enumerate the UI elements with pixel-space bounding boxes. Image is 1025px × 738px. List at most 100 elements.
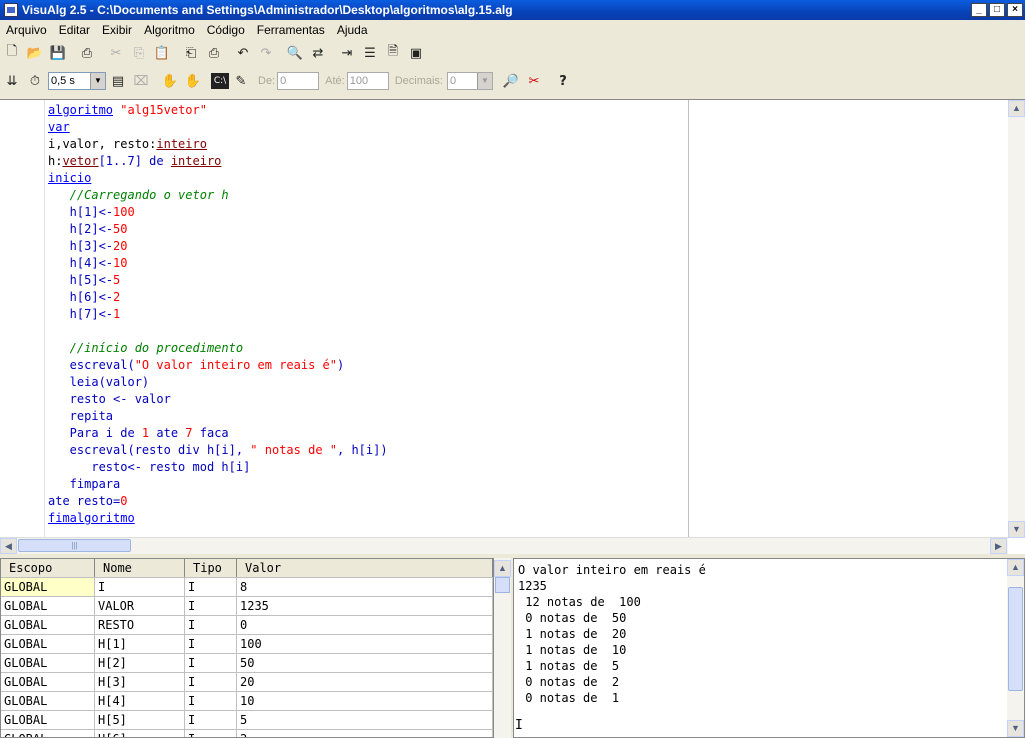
table-row[interactable]: GLOBAL H[4] I 10 xyxy=(1,692,493,711)
paste-icon[interactable]: 📋 xyxy=(151,42,173,64)
scroll-up-icon[interactable]: ▲ xyxy=(494,560,511,577)
paste-block-icon[interactable]: ⎙ xyxy=(203,42,225,64)
table-row[interactable]: GLOBAL H[1] I 100 xyxy=(1,635,493,654)
table-cell: I xyxy=(185,654,237,672)
output-line: 0 notas de 1 xyxy=(518,691,620,705)
header-nome[interactable]: Nome xyxy=(95,559,185,577)
copy-block-icon[interactable]: ⎗ xyxy=(180,42,202,64)
replace-icon[interactable]: ⇄ xyxy=(307,42,329,64)
code-number: 20 xyxy=(113,239,128,253)
scroll-up-icon[interactable]: ▲ xyxy=(1008,100,1025,117)
menu-bar: Arquivo Editar Exibir Algoritmo Código F… xyxy=(0,20,1025,39)
output-line: 0 notas de 50 xyxy=(518,611,627,625)
find-icon[interactable]: 🔍 xyxy=(284,42,306,64)
scroll-down-icon[interactable]: ▼ xyxy=(1008,521,1025,538)
output-console[interactable]: O valor inteiro em reais é 1235 12 notas… xyxy=(513,558,1025,738)
ate-field[interactable]: 100 xyxy=(346,72,389,90)
code-number: 5 xyxy=(113,273,121,287)
table-cell: 10 xyxy=(237,692,493,710)
editor-horizontal-scrollbar[interactable]: ◀ ||| ▶ xyxy=(0,537,1008,554)
code-editor[interactable]: algoritmo "alg15vetor" var i,valor, rest… xyxy=(0,99,1025,554)
scroll-thumb[interactable] xyxy=(1008,587,1023,691)
header-escopo[interactable]: Escopo xyxy=(1,559,95,577)
numbered-list-icon[interactable]: ☰ xyxy=(359,42,381,64)
copy-icon[interactable]: ⎘ xyxy=(128,42,150,64)
output-scrollbar[interactable]: ▲ ▼ xyxy=(1007,559,1024,737)
timer-icon[interactable]: ⏱ xyxy=(24,70,46,92)
scroll-right-icon[interactable]: ▶ xyxy=(990,538,1007,554)
table-row[interactable]: GLOBAL RESTO I 0 xyxy=(1,616,493,635)
de-field[interactable]: 0 xyxy=(277,72,320,90)
table-cell: I xyxy=(185,616,237,634)
code-text[interactable]: algoritmo "alg15vetor" var i,valor, rest… xyxy=(48,102,388,527)
zoom-icon[interactable]: 🔎 xyxy=(500,70,522,92)
menu-exibir[interactable]: Exibir xyxy=(96,23,138,37)
console-icon[interactable]: C:\ xyxy=(211,73,229,89)
table-cell: H[5] xyxy=(95,711,185,729)
magic-wand-icon[interactable]: ✎ xyxy=(230,70,252,92)
menu-ferramentas[interactable]: Ferramentas xyxy=(251,23,331,37)
new-file-icon[interactable]: 🗋 xyxy=(1,42,23,64)
speed-select[interactable]: 0,5 s ▼ xyxy=(48,72,106,90)
scroll-left-icon[interactable]: ◀ xyxy=(0,538,17,554)
table-cell: H[3] xyxy=(95,673,185,691)
hand-disabled-icon[interactable]: ✋ xyxy=(182,70,204,92)
code-token: ate resto= xyxy=(48,494,121,508)
table-cell: I xyxy=(185,597,237,615)
table-cell: GLOBAL xyxy=(1,654,95,672)
table-row[interactable]: GLOBAL H[3] I 20 xyxy=(1,673,493,692)
grid-scrollbar[interactable]: ▲ xyxy=(494,558,511,738)
redo-icon[interactable]: ↷ xyxy=(255,42,277,64)
variables-icon[interactable]: ▤ xyxy=(107,70,129,92)
decimais-select[interactable]: 0 ▼ xyxy=(447,72,493,90)
scroll-down-icon[interactable]: ▼ xyxy=(1007,720,1024,737)
output-line: O valor inteiro em reais é xyxy=(518,563,706,577)
menu-arquivo[interactable]: Arquivo xyxy=(0,23,53,37)
table-row[interactable]: GLOBAL H[6] I 2 xyxy=(1,730,493,737)
code-comment: //início do procedimento xyxy=(48,341,244,355)
code-token: h[7]<- xyxy=(48,307,114,321)
cut-icon[interactable]: ✂ xyxy=(105,42,127,64)
chevron-down-icon[interactable]: ▼ xyxy=(90,73,105,89)
variables-grid[interactable]: Escopo Nome Tipo Valor GLOBAL I I 8 GLOB… xyxy=(0,558,494,738)
scroll-thumb[interactable]: ||| xyxy=(18,539,131,552)
scroll-thumb[interactable] xyxy=(495,577,510,593)
menu-editar[interactable]: Editar xyxy=(53,23,96,37)
table-cell: I xyxy=(95,578,185,596)
editor-vertical-scrollbar[interactable]: ▲ ▼ xyxy=(1008,100,1025,538)
table-row[interactable]: GLOBAL VALOR I 1235 xyxy=(1,597,493,616)
clear-icon[interactable]: ⌧ xyxy=(130,70,152,92)
code-token: h[4]<- xyxy=(48,256,114,270)
document-icon[interactable]: 🗎 xyxy=(382,42,404,64)
scissors-red-icon[interactable]: ✂ xyxy=(523,70,545,92)
scroll-up-icon[interactable]: ▲ xyxy=(1007,559,1024,576)
table-row[interactable]: GLOBAL H[2] I 50 xyxy=(1,654,493,673)
minimize-button[interactable]: _ xyxy=(971,3,987,17)
save-icon[interactable]: 💾 xyxy=(47,42,69,64)
table-cell: GLOBAL xyxy=(1,597,95,615)
table-row[interactable]: GLOBAL I I 8 xyxy=(1,578,493,597)
step-icon[interactable]: ⇊ xyxy=(1,70,23,92)
window-icon[interactable]: ▣ xyxy=(405,42,427,64)
table-row[interactable]: GLOBAL H[5] I 5 xyxy=(1,711,493,730)
maximize-button[interactable]: □ xyxy=(989,3,1005,17)
undo-icon[interactable]: ↶ xyxy=(232,42,254,64)
print-icon[interactable]: ⎙ xyxy=(76,42,98,64)
menu-ajuda[interactable]: Ajuda xyxy=(331,23,374,37)
indent-icon[interactable]: ⇥ xyxy=(336,42,358,64)
chevron-down-icon[interactable]: ▼ xyxy=(477,73,492,89)
menu-algoritmo[interactable]: Algoritmo xyxy=(138,23,201,37)
code-token: h: xyxy=(48,154,63,168)
header-valor[interactable]: Valor xyxy=(237,559,493,577)
app-icon[interactable] xyxy=(4,3,18,17)
close-button[interactable]: × xyxy=(1007,3,1023,17)
help-icon[interactable]: ? xyxy=(552,70,574,92)
header-tipo[interactable]: Tipo xyxy=(185,559,237,577)
menu-codigo[interactable]: Código xyxy=(201,23,251,37)
bottom-panel: Escopo Nome Tipo Valor GLOBAL I I 8 GLOB… xyxy=(0,558,1025,738)
output-text: O valor inteiro em reais é 1235 12 notas… xyxy=(518,562,706,706)
open-folder-icon[interactable]: 📂 xyxy=(24,42,46,64)
code-token: var xyxy=(48,120,70,134)
hand-icon[interactable]: ✋ xyxy=(159,70,181,92)
code-token: vetor xyxy=(62,154,99,168)
